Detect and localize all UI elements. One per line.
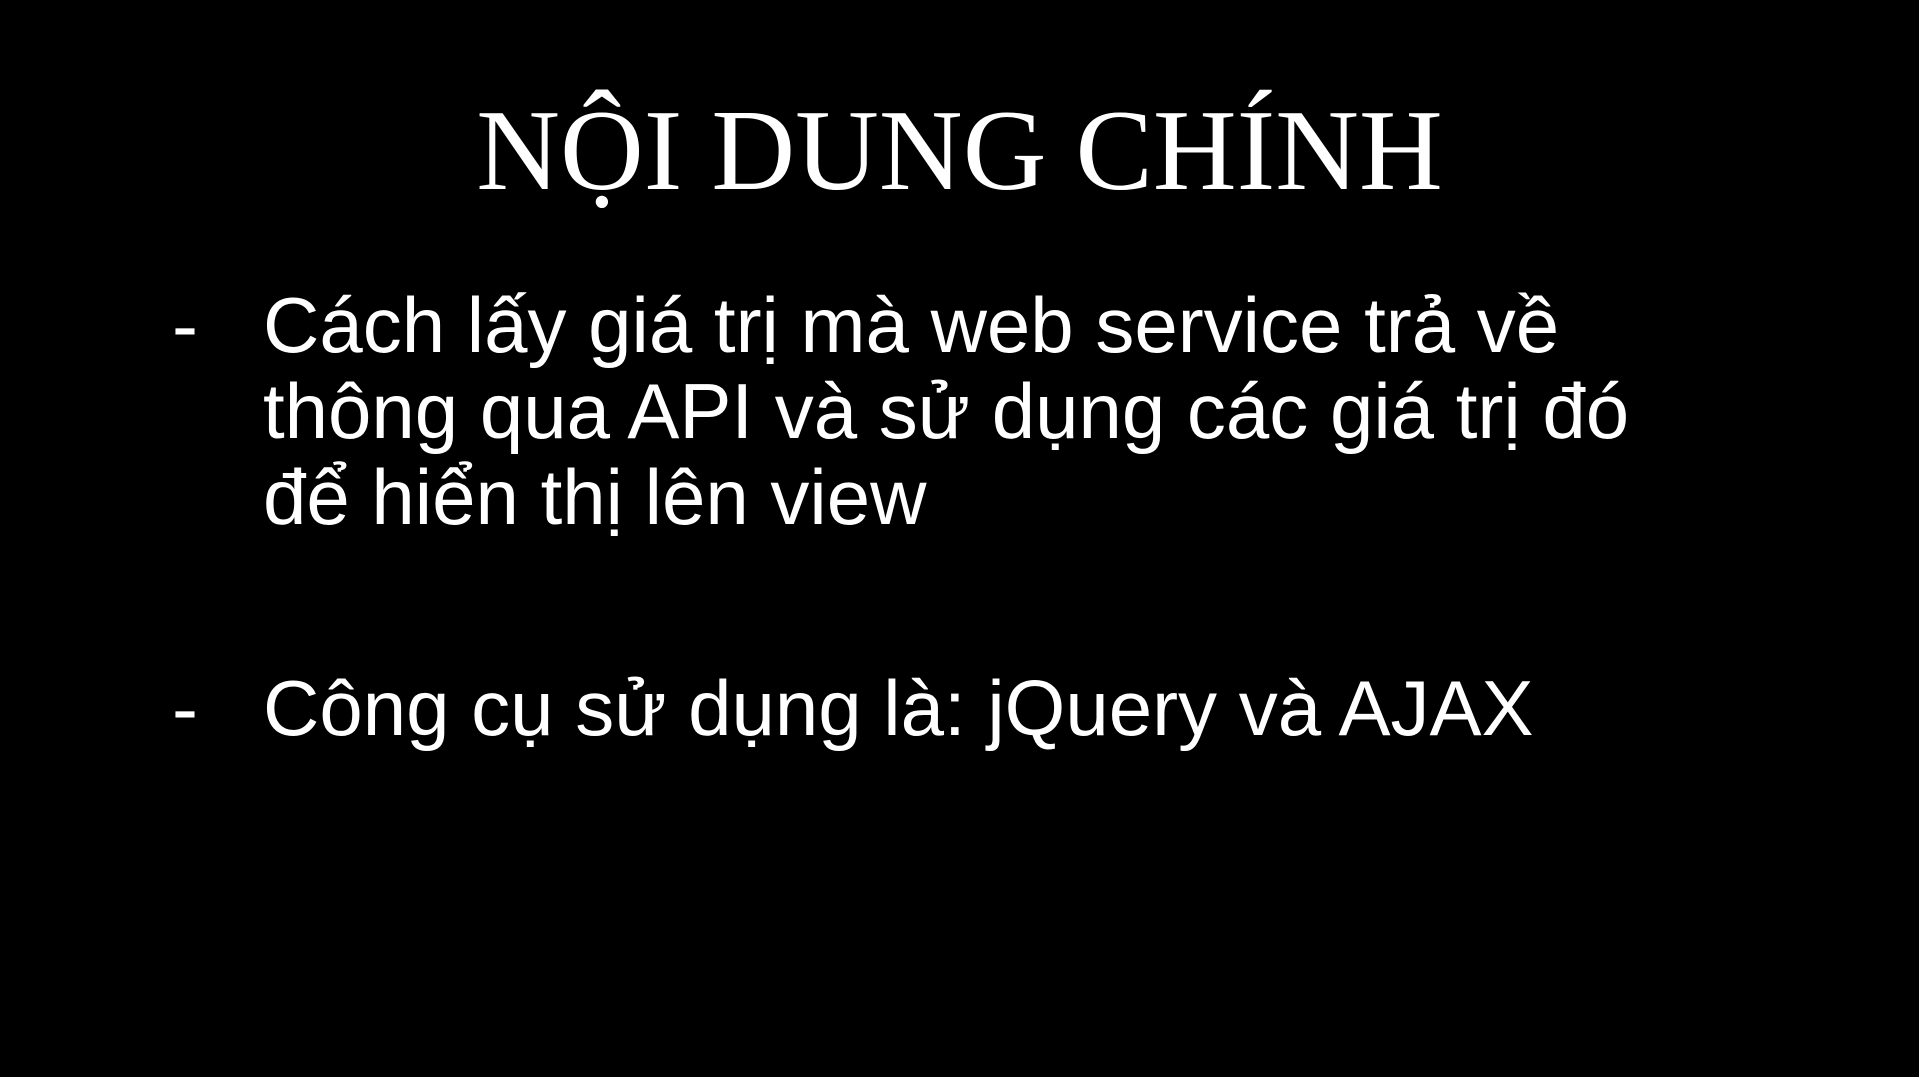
slide-title: NỘI DUNG CHÍNH	[476, 87, 1443, 215]
bullet-marker: -	[172, 281, 198, 369]
bullet-line: để hiển thị lên view	[263, 453, 927, 541]
bullet-line: Cách lấy giá trị mà web service trả về	[263, 281, 1560, 369]
bullet-line: thông qua API và sử dụng các giá trị đó	[263, 367, 1630, 455]
bullet-text: Công cụ sử dụng là: jQuery và AJAX	[263, 665, 1723, 751]
bullet-line: Công cụ sử dụng là: jQuery và AJAX	[263, 664, 1534, 752]
slide: NỘI DUNG CHÍNH - Cách lấy giá trị mà web…	[0, 0, 1919, 1077]
bullet-marker: -	[172, 664, 198, 752]
bullet-text: Cách lấy giá trị mà web service trả về t…	[263, 282, 1723, 540]
